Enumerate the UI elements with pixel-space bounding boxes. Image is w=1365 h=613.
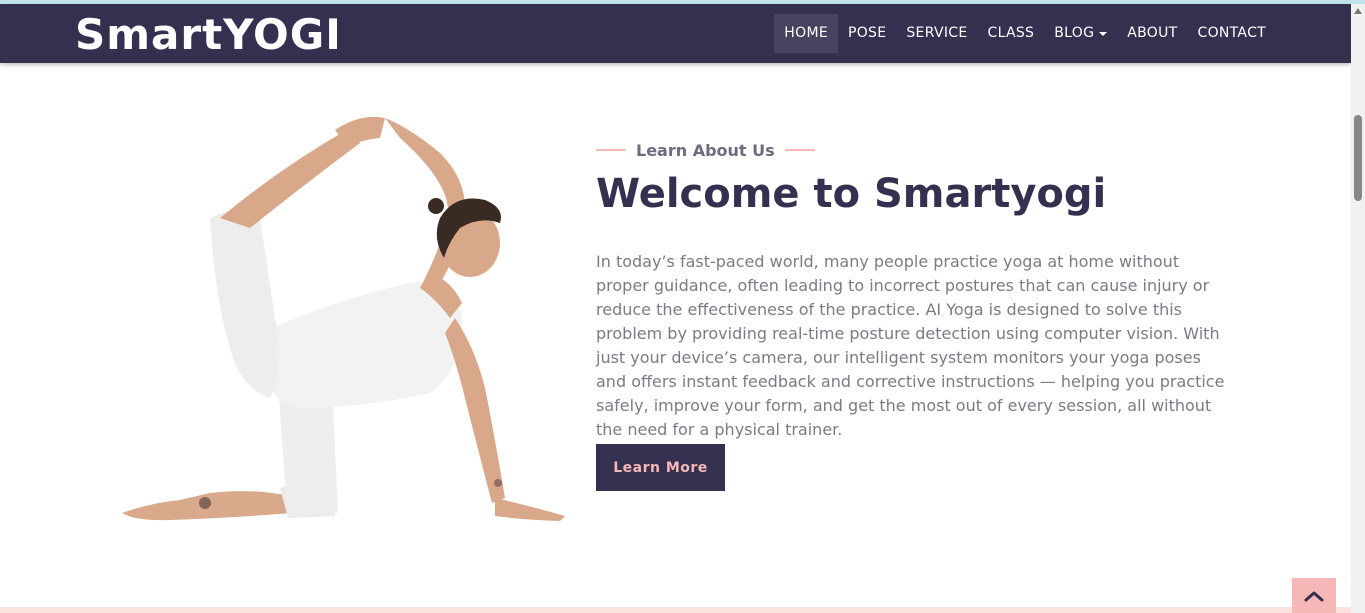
chevron-up-icon bbox=[1304, 591, 1324, 601]
main-nav: HOME POSE SERVICE CLASS BLOG ABOUT CONTA… bbox=[774, 14, 1276, 53]
nav-item-blog[interactable]: BLOG bbox=[1044, 14, 1117, 53]
nav-item-about[interactable]: ABOUT bbox=[1117, 14, 1187, 53]
learn-more-button[interactable]: Learn More bbox=[596, 444, 725, 491]
bottom-border-strip bbox=[0, 607, 1351, 613]
subtitle-line-left bbox=[596, 149, 626, 151]
nav-item-class[interactable]: CLASS bbox=[978, 14, 1045, 53]
navbar: SmartYOGI HOME POSE SERVICE CLASS BLOG A… bbox=[0, 4, 1351, 63]
nav-item-pose[interactable]: POSE bbox=[838, 14, 896, 53]
nav-item-home[interactable]: HOME bbox=[774, 14, 838, 53]
caret-down-icon bbox=[1099, 31, 1108, 36]
section-subtitle-row: Learn About Us bbox=[596, 136, 1236, 164]
subtitle-line-right bbox=[784, 149, 815, 151]
nav-item-blog-label: BLOG bbox=[1054, 25, 1095, 41]
nav-item-service[interactable]: SERVICE bbox=[896, 14, 977, 53]
scroll-up-arrow-icon[interactable] bbox=[1354, 8, 1362, 14]
page-title: Welcome to Smartyogi bbox=[596, 171, 1107, 217]
brand-logo[interactable]: SmartYOGI bbox=[75, 10, 342, 60]
nav-item-contact[interactable]: CONTACT bbox=[1188, 14, 1277, 53]
scrollbar-thumb[interactable] bbox=[1354, 115, 1362, 201]
yoga-woman-image bbox=[122, 116, 565, 521]
about-section: Learn About Us Welcome to Smartyogi In t… bbox=[596, 136, 1236, 458]
page-scrollbar[interactable] bbox=[1351, 4, 1365, 613]
about-description: In today’s fast-paced world, many people… bbox=[596, 252, 1225, 439]
back-to-top-button[interactable] bbox=[1292, 578, 1336, 613]
section-subtitle: Learn About Us bbox=[636, 140, 775, 160]
